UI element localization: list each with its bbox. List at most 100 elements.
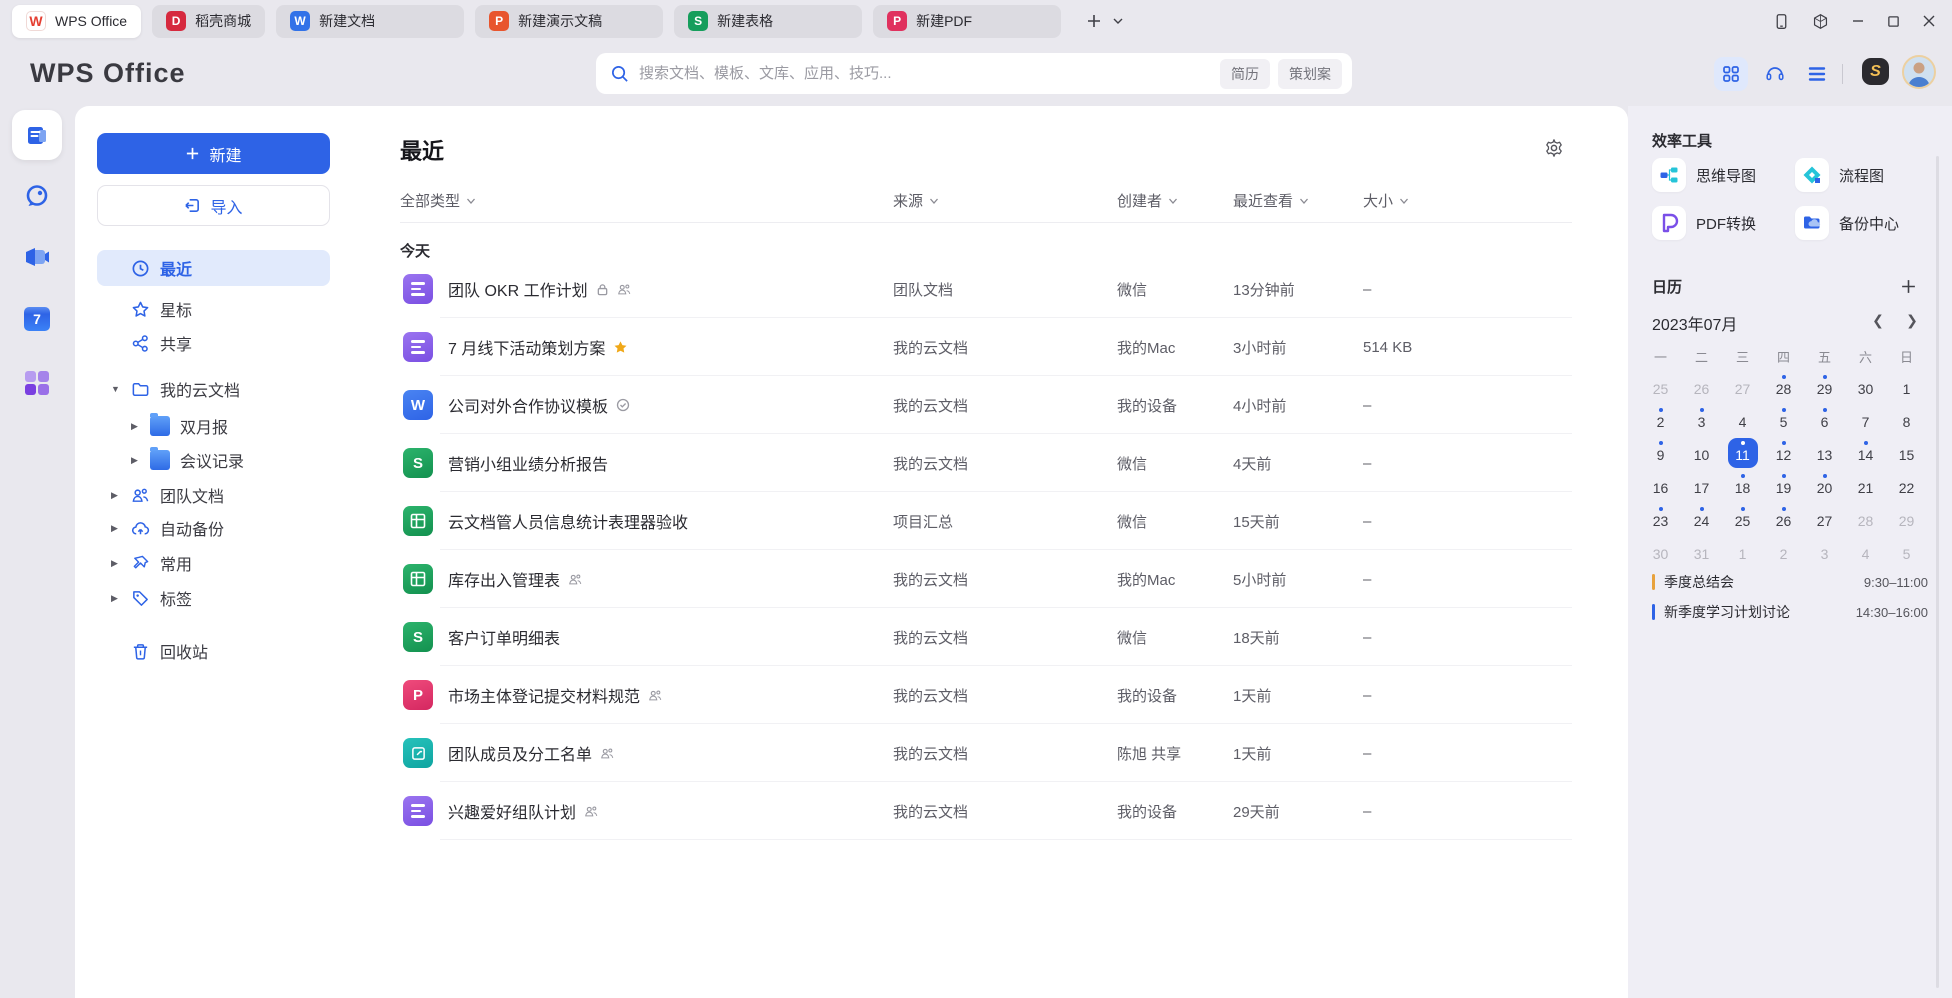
- calendar-day[interactable]: 4: [1851, 537, 1881, 567]
- calendar-day[interactable]: 29: [1892, 504, 1922, 534]
- sidebar-item-team-docs[interactable]: ▶ 团队文档: [97, 477, 330, 513]
- tab-docer-mall[interactable]: D 稻壳商城: [152, 5, 265, 38]
- sidebar-item-auto-backup[interactable]: ▶ 自动备份: [97, 510, 330, 546]
- tab-list-chevron-icon[interactable]: [1112, 15, 1124, 27]
- tab-new-pdf[interactable]: P 新建PDF: [873, 5, 1061, 38]
- tool-pdf-convert[interactable]: PDF转换: [1652, 206, 1756, 240]
- table-row[interactable]: S 客户订单明细表 我的云文档 微信 18天前 –: [400, 608, 1572, 666]
- tab-new-spreadsheet[interactable]: S 新建表格: [674, 5, 862, 38]
- calendar-day[interactable]: 5: [1769, 405, 1799, 435]
- calendar-day[interactable]: 14: [1851, 438, 1881, 468]
- tab-wps-home[interactable]: W WPS Office: [12, 5, 141, 38]
- table-row[interactable]: 库存出入管理表 我的云文档 我的Mac 5小时前 –: [400, 550, 1572, 608]
- calendar-day[interactable]: 28: [1769, 372, 1799, 402]
- filter-size[interactable]: 大小: [1363, 190, 1572, 211]
- scrollbar[interactable]: [1936, 156, 1939, 988]
- calendar-day[interactable]: 8: [1892, 405, 1922, 435]
- calendar-day[interactable]: 5: [1892, 537, 1922, 567]
- tool-mind-map[interactable]: 思维导图: [1652, 158, 1756, 192]
- calendar-day[interactable]: 20: [1810, 471, 1840, 501]
- event-item[interactable]: 新季度学习计划讨论 14:30–16:00: [1652, 602, 1928, 622]
- calendar-day[interactable]: 25: [1646, 372, 1676, 402]
- tab-new-presentation[interactable]: P 新建演示文稿: [475, 5, 663, 38]
- rail-apps-button[interactable]: [12, 358, 62, 408]
- rail-meeting-button[interactable]: [12, 232, 62, 282]
- calendar-day[interactable]: 3: [1810, 537, 1840, 567]
- calendar-day[interactable]: 7: [1851, 405, 1881, 435]
- table-row[interactable]: S 营销小组业绩分析报告 我的云文档 微信 4天前 –: [400, 434, 1572, 492]
- sidebar-item-starred[interactable]: ▶ 星标: [97, 291, 330, 327]
- calendar-day[interactable]: 21: [1851, 471, 1881, 501]
- tool-flowchart[interactable]: 流程图: [1795, 158, 1884, 192]
- calendar-day[interactable]: 22: [1892, 471, 1922, 501]
- calendar-day[interactable]: 30: [1646, 537, 1676, 567]
- sidebar-item-bimonthly-report[interactable]: ▶ 双月报: [97, 408, 330, 444]
- calendar-day[interactable]: 29: [1810, 372, 1840, 402]
- search-bar[interactable]: 简历 策划案: [596, 53, 1352, 94]
- settings-button[interactable]: [1544, 138, 1564, 163]
- sidebar-item-recent[interactable]: ▶ 最近: [97, 250, 330, 286]
- tool-backup-center[interactable]: 备份中心: [1795, 206, 1899, 240]
- calendar-day[interactable]: 13: [1810, 438, 1840, 468]
- search-tag-plan[interactable]: 策划案: [1278, 59, 1342, 89]
- calendar-day[interactable]: 24: [1687, 504, 1717, 534]
- support-button[interactable]: [1758, 57, 1792, 91]
- close-button[interactable]: [1922, 14, 1936, 28]
- user-avatar[interactable]: [1902, 55, 1936, 89]
- calendar-day[interactable]: 1: [1892, 372, 1922, 402]
- minimize-button[interactable]: [1851, 14, 1865, 28]
- calendar-day[interactable]: 30: [1851, 372, 1881, 402]
- new-tab-button[interactable]: [1086, 13, 1102, 29]
- sidebar-item-frequent[interactable]: ▶ 常用: [97, 545, 330, 581]
- filter-source[interactable]: 来源: [893, 190, 1117, 211]
- table-row[interactable]: 7 月线下活动策划方案 我的云文档 我的Mac 3小时前 514 KB: [400, 318, 1572, 376]
- maximize-button[interactable]: [1887, 15, 1900, 28]
- sidebar-item-meeting-notes[interactable]: ▶ 会议记录: [97, 442, 330, 478]
- sidebar-item-shared[interactable]: ▶ 共享: [97, 325, 330, 361]
- sidebar-item-tags[interactable]: ▶ 标签: [97, 580, 330, 616]
- member-badge-icon[interactable]: S: [1862, 58, 1889, 85]
- phone-view-icon[interactable]: [1773, 13, 1790, 30]
- calendar-day[interactable]: 26: [1687, 372, 1717, 402]
- calendar-day[interactable]: 18: [1728, 471, 1758, 501]
- table-row[interactable]: 团队成员及分工名单 我的云文档 陈旭 共享 1天前 –: [400, 724, 1572, 782]
- rail-chat-button[interactable]: [12, 171, 62, 221]
- calendar-day[interactable]: 6: [1810, 405, 1840, 435]
- calendar-day[interactable]: 28: [1851, 504, 1881, 534]
- calendar-day[interactable]: 23: [1646, 504, 1676, 534]
- app-grid-button[interactable]: [1714, 57, 1748, 91]
- calendar-day[interactable]: 26: [1769, 504, 1799, 534]
- calendar-day[interactable]: 3: [1687, 405, 1717, 435]
- calendar-day[interactable]: 1: [1728, 537, 1758, 567]
- table-row[interactable]: 兴趣爱好组队计划 我的云文档 我的设备 29天前 –: [400, 782, 1572, 840]
- calendar-next-button[interactable]: ❯: [1904, 312, 1920, 329]
- calendar-day[interactable]: 25: [1728, 504, 1758, 534]
- calendar-day[interactable]: 27: [1810, 504, 1840, 534]
- add-event-button[interactable]: [1900, 278, 1917, 300]
- calendar-prev-button[interactable]: ❮: [1870, 312, 1886, 329]
- sidebar-item-my-cloud-docs[interactable]: ▼ 我的云文档: [97, 371, 330, 407]
- cube-workspace-icon[interactable]: [1812, 13, 1829, 30]
- calendar-day[interactable]: 12: [1769, 438, 1799, 468]
- calendar-day[interactable]: 4: [1728, 405, 1758, 435]
- tab-new-document[interactable]: W 新建文档: [276, 5, 464, 38]
- calendar-day[interactable]: 2: [1769, 537, 1799, 567]
- table-row[interactable]: P 市场主体登记提交材料规范 我的云文档 我的设备 1天前 –: [400, 666, 1572, 724]
- calendar-day[interactable]: 15: [1892, 438, 1922, 468]
- rail-docs-button[interactable]: [12, 110, 62, 160]
- new-button[interactable]: 新建: [97, 133, 330, 174]
- calendar-day[interactable]: 31: [1687, 537, 1717, 567]
- calendar-day[interactable]: 10: [1687, 438, 1717, 468]
- main-menu-button[interactable]: [1800, 57, 1834, 91]
- calendar-day[interactable]: 11: [1728, 438, 1758, 468]
- table-row[interactable]: 云文档管人员信息统计表理器验收 项目汇总 微信 15天前 –: [400, 492, 1572, 550]
- table-row[interactable]: 团队 OKR 工作计划 团队文档 微信 13分钟前 –: [400, 260, 1572, 318]
- calendar-day[interactable]: 19: [1769, 471, 1799, 501]
- table-row[interactable]: W 公司对外合作协议模板 我的云文档 我的设备 4小时前 –: [400, 376, 1572, 434]
- sidebar-item-recycle-bin[interactable]: ▶ 回收站: [97, 633, 330, 669]
- import-button[interactable]: 导入: [97, 185, 330, 226]
- calendar-day[interactable]: 17: [1687, 471, 1717, 501]
- calendar-day[interactable]: 9: [1646, 438, 1676, 468]
- rail-calendar-button[interactable]: 7: [12, 294, 62, 344]
- filter-all-types[interactable]: 全部类型: [400, 190, 893, 211]
